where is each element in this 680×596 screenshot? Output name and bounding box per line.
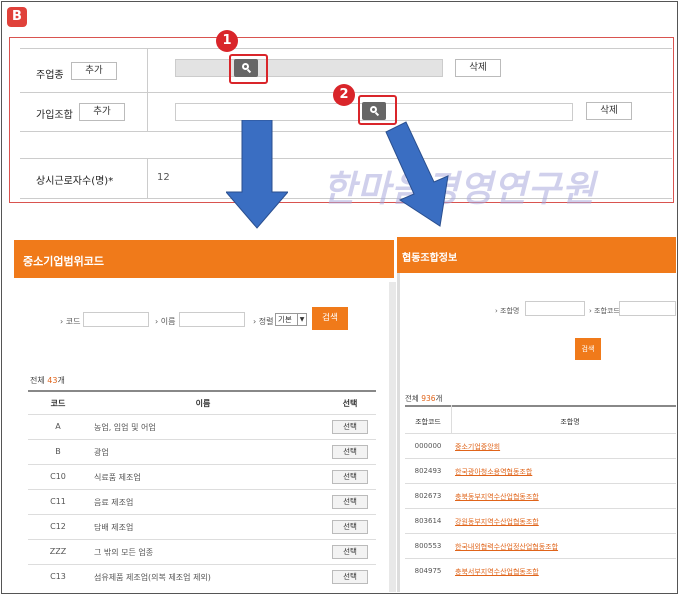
popup-header: 협동조합정보 xyxy=(397,237,676,273)
down-arrow-icon xyxy=(226,120,288,229)
union-search-submit[interactable]: 검색 xyxy=(575,338,601,360)
employee-count-value: 12 xyxy=(157,172,170,183)
union-link[interactable]: 충북동부지역수산업협동조합 xyxy=(455,492,539,502)
sort-label: › 정렬 xyxy=(253,317,274,326)
column-header: 코드 xyxy=(50,399,66,408)
industry-code-popup: 중소기업범위코드 › 코드 › 이름 › 정렬 기본 ▼ 검색 전체 43개 코… xyxy=(14,240,394,592)
name-search-label: › 이름 xyxy=(155,317,176,326)
union-table: 조합코드 조합명 000000 중소기업중앙회 802493 한국광아청소용역협… xyxy=(405,405,676,592)
total-count: 전체 936개 xyxy=(405,394,443,403)
total-count: 전체 43개 xyxy=(30,376,65,385)
column-header: 선택 xyxy=(342,399,358,408)
section-badge: B xyxy=(7,7,27,27)
select-button[interactable]: 선택 xyxy=(332,570,368,584)
column-header: 이름 xyxy=(195,399,211,408)
column-header: 조합명 xyxy=(560,418,580,426)
popup-title: 중소기업범위코드 xyxy=(23,255,104,268)
delete-industry-button[interactable]: 삭제 xyxy=(455,59,501,77)
watermark: 한마음경영연구원 xyxy=(323,169,596,210)
union-name-label: › 조합명 xyxy=(495,307,520,315)
popup-title: 협동조합정보 xyxy=(402,253,458,264)
industry-table: 코드 이름 선택 A 농업, 임업 및 어업 선택 B 광업 선택 C10 식료… xyxy=(28,390,376,592)
popup-header: 중소기업범위코드 xyxy=(14,240,394,278)
chevron-down-icon: ▼ xyxy=(297,314,306,325)
code-search-label: › 코드 xyxy=(60,317,81,326)
sort-select[interactable]: 기본 ▼ xyxy=(275,313,307,326)
main-industry-label: 주업종 xyxy=(36,70,64,81)
code-search-input[interactable] xyxy=(83,312,149,327)
add-union-button[interactable]: 추가 xyxy=(79,103,125,121)
left-panel-scrollbar[interactable] xyxy=(389,282,396,592)
select-button[interactable]: 선택 xyxy=(332,495,368,509)
marker-2: 2 xyxy=(333,84,355,106)
delete-union-button[interactable]: 삭제 xyxy=(586,102,632,120)
highlight-box-1 xyxy=(229,54,268,84)
select-button[interactable]: 선택 xyxy=(332,420,368,434)
select-button[interactable]: 선택 xyxy=(332,545,368,559)
union-link[interactable]: 중소기업중앙회 xyxy=(455,442,500,452)
name-search-input[interactable] xyxy=(179,312,245,327)
main-industry-field[interactable] xyxy=(175,59,443,77)
union-link[interactable]: 한국광아청소용역협동조합 xyxy=(455,467,532,477)
select-button[interactable]: 선택 xyxy=(332,520,368,534)
union-code-label: › 조합코드 xyxy=(589,307,620,315)
union-link[interactable]: 강원동부지역수산업협동조합 xyxy=(455,517,539,527)
diagonal-arrow-icon xyxy=(385,121,449,227)
industry-search-submit[interactable]: 검색 xyxy=(312,307,348,330)
union-link[interactable]: 한국내외협력수산업정산업협동조합 xyxy=(455,542,558,552)
add-industry-button[interactable]: 추가 xyxy=(71,62,117,80)
select-button[interactable]: 선택 xyxy=(332,470,368,484)
union-link[interactable]: 충북서부지역수산업협동조합 xyxy=(455,567,539,577)
union-label: 가입조합 xyxy=(36,110,73,121)
union-info-popup: 협동조합정보 › 조합명 › 조합코드 검색 전체 936개 조합코드 조합명 … xyxy=(397,237,676,592)
marker-1: 1 xyxy=(216,30,238,52)
select-button[interactable]: 선택 xyxy=(332,445,368,459)
column-header: 조합코드 xyxy=(415,418,441,426)
employee-count-label: 상시근로자수(명)* xyxy=(36,176,114,187)
union-name-input[interactable] xyxy=(525,301,585,316)
union-code-input[interactable] xyxy=(619,301,676,316)
